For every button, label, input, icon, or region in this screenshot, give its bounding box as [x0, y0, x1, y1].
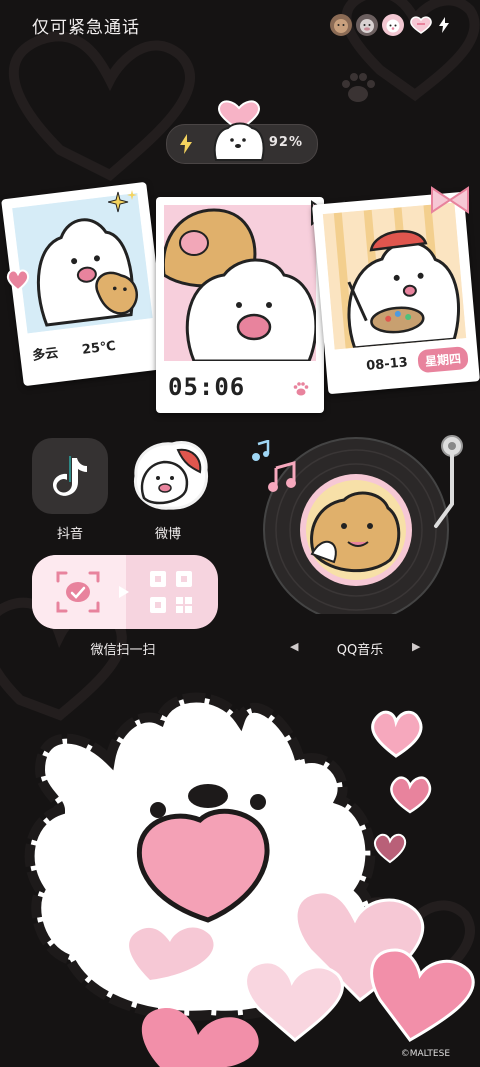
charging-bolt-icon [438, 14, 450, 36]
dog-holding-heart-icon [213, 100, 265, 161]
weibo-app-icon[interactable] [130, 438, 209, 514]
wechat-scan-icon [56, 571, 100, 613]
sparkle-icon [108, 190, 137, 213]
date-widget[interactable]: 08-13 星期四 [312, 191, 480, 395]
weather-condition: 多云 [31, 345, 60, 364]
bunny-face-icon [382, 14, 404, 36]
weather-temperature: 25℃ [81, 338, 117, 358]
weekday-badge: 星期四 [417, 346, 469, 374]
carrier-status-text: 仅可紧急通话 [32, 18, 140, 38]
dog-sticker-icon [133, 441, 209, 510]
wechat-scan-widget[interactable] [32, 555, 218, 629]
paw-print-icon [342, 73, 375, 102]
battery-percent: 92% [268, 135, 303, 150]
clock-photo [164, 205, 316, 361]
date-label: 08-13 [365, 355, 409, 374]
charging-bolt-icon [180, 134, 192, 154]
floating-hearts [371, 710, 432, 864]
paw-print-icon [293, 382, 309, 396]
music-notes-icon [268, 461, 296, 492]
clock-widget[interactable]: 05:06 [156, 197, 324, 413]
ribbon-icon [431, 186, 469, 214]
dog-face-icon [330, 14, 352, 36]
arrow-right-icon [119, 586, 129, 598]
status-icons [330, 14, 450, 36]
qq-music-label: QQ音乐 [336, 643, 384, 658]
douyin-app-label: 抖音 [56, 527, 83, 542]
weibo-app-label: 微博 [154, 527, 181, 542]
status-bar: 仅可紧急通话 [0, 0, 480, 50]
watermark: ©MALTESE [400, 1049, 450, 1059]
date-photo [322, 202, 467, 350]
qr-code-icon [150, 571, 192, 613]
cow-face-icon [356, 14, 378, 36]
music-note-icon [252, 440, 270, 461]
douyin-app-icon[interactable] [32, 438, 108, 514]
clock-time: 05:06 [168, 373, 246, 401]
two-dogs-illustration [164, 205, 316, 361]
music-next-button[interactable]: ▶ [412, 640, 420, 653]
heart-battery-icon [408, 14, 434, 36]
music-prev-button[interactable]: ◀ [290, 640, 298, 653]
painter-dog-illustration [322, 202, 467, 350]
tiktok-icon [53, 456, 87, 496]
wechat-scan-label: 微信扫一扫 [90, 643, 156, 658]
heart-sticker-icon [6, 269, 30, 292]
